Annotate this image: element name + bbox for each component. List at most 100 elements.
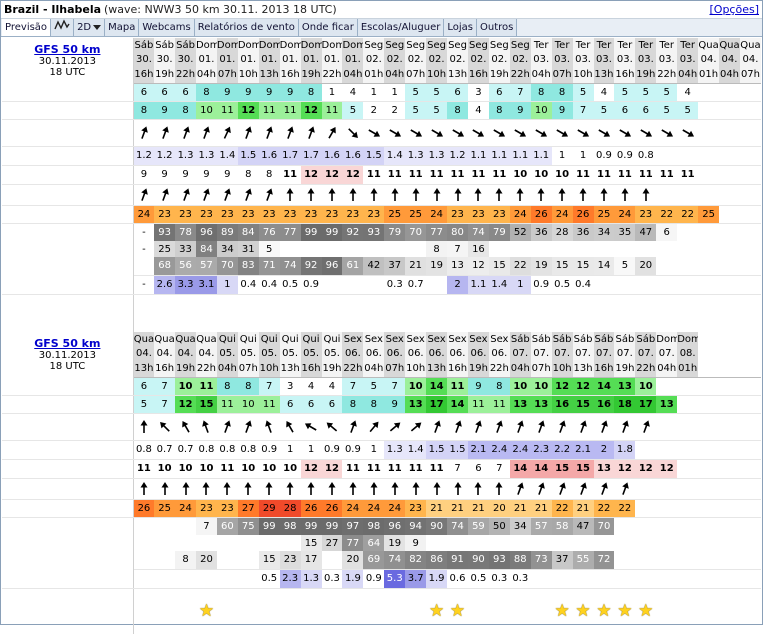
period-cell: 12: [635, 459, 657, 479]
period-cell: 12: [321, 165, 343, 185]
cloud_mid-cell: 34: [216, 241, 238, 257]
precip-cell: [593, 569, 615, 589]
cloud_low-cell: 37: [384, 257, 406, 276]
hour-cell: [739, 360, 761, 378]
temp-cell: 26: [300, 499, 322, 518]
cloud_high-cell: [739, 223, 761, 241]
tab-escolas-aluguer[interactable]: Escolas/Aluguer: [357, 19, 445, 36]
date-cell: 02.: [509, 52, 531, 66]
cloud_low-cell: 91: [447, 551, 468, 570]
day-cell: Sex: [447, 332, 468, 346]
wind-cell: 10: [405, 377, 427, 396]
wind-direction-arrow-icon: [279, 413, 301, 441]
precip-cell: [635, 275, 657, 295]
tab-outros[interactable]: Outros: [477, 19, 518, 36]
gust-cell: 9: [384, 395, 406, 414]
wave-cell: 1: [279, 440, 301, 460]
day-cell: Seg: [405, 38, 427, 52]
hour-cell: 13h: [258, 66, 280, 84]
tab-mapa[interactable]: Mapa: [105, 19, 140, 36]
cloud_mid-cell: [279, 535, 301, 551]
model-link[interactable]: GFS 50 km: [34, 43, 100, 56]
gust-cell: 5: [426, 101, 448, 120]
wind-cell: 1: [321, 83, 343, 102]
gust-cell: [739, 101, 761, 120]
temp-cell: 24: [363, 499, 385, 518]
period-cell: 9: [133, 165, 155, 185]
tab-previs-o[interactable]: Previsão: [2, 19, 52, 36]
day-cell: Qui: [216, 332, 238, 346]
options-link[interactable]: [Opções]: [710, 3, 760, 16]
cloud_mid-cell: [195, 535, 217, 551]
wind-cell: 14: [426, 377, 448, 396]
temp-cell: 22: [593, 499, 615, 518]
rating-cell: [510, 588, 531, 634]
cloud_high-cell: 74: [447, 517, 468, 535]
run-date: 30.11.2013: [38, 56, 96, 67]
temp-cell: 29: [258, 499, 280, 518]
cloud_mid-cell: [698, 535, 720, 551]
tab-chart[interactable]: [51, 19, 75, 36]
tab-relat-rios-de-vento[interactable]: Relatórios de vento: [194, 19, 299, 36]
cloud_mid-cell: [279, 241, 301, 257]
precip-cell: [321, 275, 343, 295]
cloud_mid-cell: 19: [384, 535, 406, 551]
tab-2d[interactable]: 2D: [74, 19, 106, 36]
tab-webcams[interactable]: Webcams: [139, 19, 195, 36]
cloud_mid-cell: [405, 241, 427, 257]
precip-cell: 3.7: [405, 569, 427, 589]
period-row-label: [2, 459, 134, 479]
date-cell: 04.: [154, 346, 176, 360]
cloud_low-cell: 8: [175, 551, 196, 570]
date-cell: 07.: [530, 346, 552, 360]
wave-cell: 1.2: [154, 146, 176, 166]
date-cell: 02.: [426, 52, 448, 66]
wave-cell: 1.6: [321, 146, 343, 166]
day-cell: Qua: [719, 38, 740, 52]
period-cell: 14: [509, 459, 531, 479]
wind-cell: 6: [133, 377, 155, 396]
day-cell: Ter: [572, 38, 594, 52]
wave-cell: 2.4: [509, 440, 531, 460]
wind-cell: 8: [530, 83, 552, 102]
cloud_low-cell: 82: [405, 551, 427, 570]
hour-cell: 16h: [447, 360, 468, 378]
period-cell: [698, 165, 720, 185]
temp-cell: 23: [216, 499, 238, 518]
wave-direction-arrow-icon: [719, 478, 740, 500]
wind-direction-arrow-icon: [698, 413, 720, 441]
wave-cell: [656, 440, 678, 460]
tab-bar: Previsão 2D Mapa Webcams Relatórios de vento…: [1, 19, 762, 37]
tab-lojas[interactable]: Lojas: [444, 19, 477, 36]
cloud_high-cell: 59: [467, 517, 489, 535]
period-cell: 12: [321, 459, 343, 479]
rating-cell: [531, 588, 552, 634]
period-cell: 10: [530, 165, 552, 185]
cloud_mid-cell: [551, 535, 573, 551]
rating-cell: [217, 588, 238, 634]
wind-direction-arrow-icon: [216, 413, 238, 441]
cloud_low-cell: 96: [321, 257, 343, 276]
cloud_low-cell: 15: [551, 257, 573, 276]
date-cell: 06.: [384, 346, 406, 360]
cloud_high-cell: -: [133, 223, 155, 241]
wind-direction-arrow-icon: [530, 119, 552, 147]
rating-cell: [301, 588, 322, 634]
precip-cell: [195, 569, 217, 589]
model-link[interactable]: GFS 50 km: [34, 337, 100, 350]
tab-onde-ficar[interactable]: Onde ficar: [298, 19, 358, 36]
cloud_high-cell: 75: [237, 517, 259, 535]
gust-cell: 8: [133, 101, 155, 120]
hour-cell: 19h: [635, 66, 657, 84]
cloud_high-cell: 89: [216, 223, 238, 241]
cloud_high-cell: 99: [321, 517, 343, 535]
rating-cell: [342, 588, 363, 634]
wave-direction-arrow-icon: [593, 478, 615, 500]
gust-cell: 8: [175, 101, 196, 120]
wind-direction-arrow-icon: [175, 119, 196, 147]
gust-cell: [739, 395, 761, 414]
hour-cell: 13h: [447, 66, 468, 84]
wave-direction-arrow-icon: [551, 184, 573, 206]
precip-cell: -: [133, 275, 155, 295]
period-cell: 12: [342, 165, 364, 185]
